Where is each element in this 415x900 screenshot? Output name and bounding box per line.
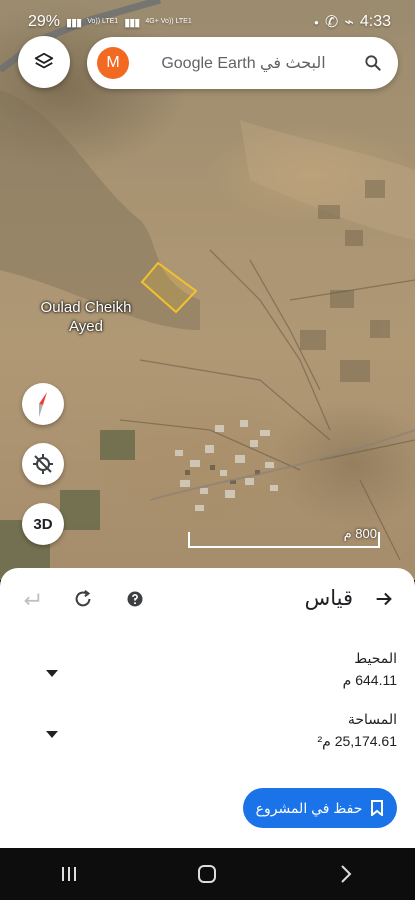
panel-header: قياس — [0, 568, 415, 630]
save-button-label: حفظ في المشروع — [255, 799, 363, 816]
layers-button[interactable] — [18, 36, 70, 88]
arrow-forward-icon — [376, 592, 392, 606]
area-unit-dropdown[interactable] — [44, 727, 60, 743]
sim2-label: 4G+ Vo)) LTE1 — [145, 18, 192, 25]
signal-icon: ▮▮▮ — [66, 16, 82, 29]
messenger-icon: ✆ — [324, 14, 339, 31]
my-location-button[interactable] — [22, 443, 64, 485]
signal-icon-2: ▮▮▮ — [124, 16, 140, 29]
panel-title: قياس — [304, 587, 353, 610]
perimeter-unit-dropdown[interactable] — [44, 666, 60, 682]
back-button[interactable] — [326, 854, 366, 894]
perimeter-label: المحيط — [354, 650, 397, 666]
redo-button[interactable] — [68, 584, 98, 614]
compass-icon — [39, 392, 47, 417]
search-icon[interactable] — [358, 48, 388, 78]
area-value: 25,174.61 م² — [317, 733, 397, 749]
satellite-map[interactable]: 29% ▮▮▮ Vo)) LTE1 ▮▮▮ 4G+ Vo)) LTE1 ● ✆ … — [0, 0, 415, 580]
status-time: 4:33 — [359, 13, 391, 30]
recents-icon — [62, 867, 77, 881]
undo-button[interactable] — [16, 584, 46, 614]
undo-icon — [24, 593, 40, 606]
help-button[interactable] — [120, 584, 150, 614]
compass-button[interactable] — [22, 383, 64, 425]
battery-text: 29% — [28, 13, 61, 30]
measure-panel: قياس المحيط 644.11 م المساحة 25,174.61 م… — [0, 568, 415, 848]
avatar[interactable]: M — [97, 47, 129, 79]
bookmark-icon — [371, 800, 384, 816]
perimeter-value: 644.11 م — [342, 672, 397, 688]
recent-apps-button[interactable] — [49, 854, 89, 894]
search-input[interactable]: البحث في Google Earth — [129, 53, 358, 73]
place-label: Oulad Cheikh Ayed — [40, 299, 132, 335]
3d-toggle-button[interactable]: 3D — [22, 503, 64, 545]
help-icon — [127, 591, 143, 607]
layers-icon — [34, 52, 54, 69]
wifi-icon: ⌁ — [344, 14, 354, 31]
dropdown-arrow-icon — [46, 670, 58, 677]
refresh-icon — [75, 589, 91, 607]
perimeter-row: المحيط 644.11 م — [0, 650, 415, 700]
back-chevron-icon — [341, 865, 352, 883]
dropdown-arrow-icon — [46, 731, 58, 738]
home-button[interactable] — [187, 854, 227, 894]
save-to-project-button[interactable]: حفظ في المشروع — [243, 788, 397, 828]
search-bar[interactable]: M البحث في Google Earth — [87, 37, 398, 89]
system-nav-bar — [0, 848, 415, 900]
scale-label: 800 م — [343, 526, 377, 541]
home-icon — [198, 865, 217, 883]
sim1-label: Vo)) LTE1 — [87, 18, 119, 25]
forward-button[interactable] — [369, 584, 399, 614]
dot-icon: ● — [313, 17, 319, 27]
area-row: المساحة 25,174.61 م² — [0, 711, 415, 761]
area-label: المساحة — [347, 711, 397, 727]
location-off-icon — [33, 454, 53, 474]
